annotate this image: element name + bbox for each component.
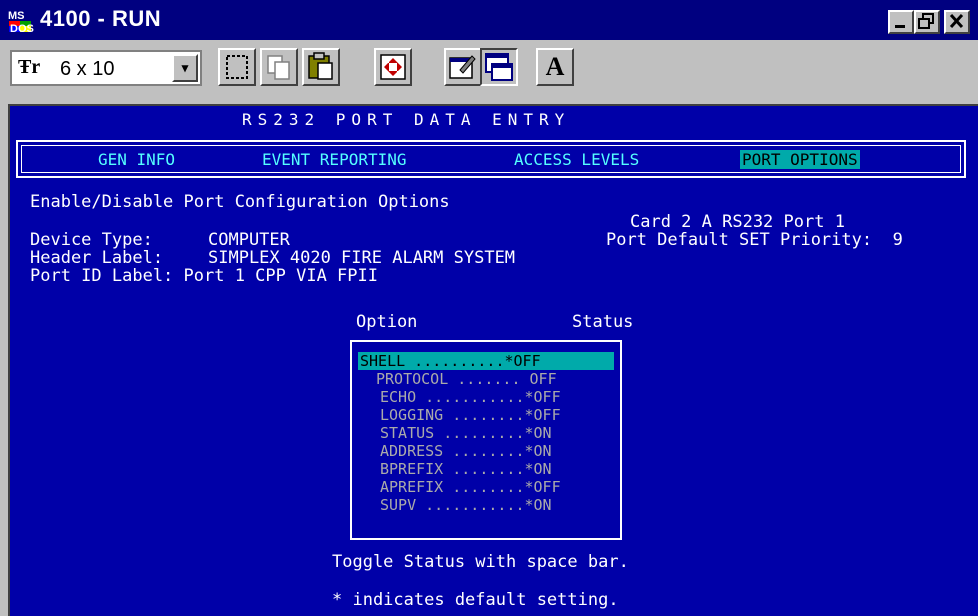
minimize-icon [895, 25, 905, 28]
svg-text:DOS: DOS [10, 23, 34, 34]
window-title: 4100 - RUN [40, 6, 162, 31]
menu-access-levels[interactable]: ACCESS LEVELS [514, 150, 639, 169]
default-footnote: * indicates default setting. [332, 590, 619, 610]
mark-icon [226, 55, 248, 79]
fullscreen-icon [380, 54, 406, 80]
background-icon [485, 53, 513, 81]
paste-icon [308, 52, 333, 80]
device-type-value: COMPUTER [208, 230, 290, 250]
copy-icon [267, 55, 290, 80]
header-label-value: SIMPLEX 4020 FIRE ALARM SYSTEM [208, 248, 516, 268]
options-list: SHELL ..........*OFF PROTOCOL ....... OF… [350, 340, 622, 540]
paste-button[interactable] [302, 48, 340, 86]
ms-dos-icon: MS DOS [6, 8, 34, 34]
device-type-label: Device Type: [30, 230, 153, 250]
restore-button[interactable] [914, 10, 940, 34]
font-icon: A [545, 52, 565, 81]
font-size-value: 6 x 10 [60, 58, 115, 80]
background-button[interactable] [480, 48, 518, 86]
card-info: Card 2 A RS232 Port 1 [630, 212, 845, 232]
close-button[interactable] [944, 10, 970, 34]
option-status[interactable]: STATUS .........*ON [380, 424, 552, 442]
minimize-button[interactable] [888, 10, 914, 34]
port-id-label: Port ID Label: Port 1 CPP VIA FPII [30, 266, 378, 286]
priority-info: Port Default SET Priority: 9 [606, 230, 903, 250]
restore-icon [918, 13, 934, 29]
properties-button[interactable] [444, 48, 482, 86]
mark-button[interactable] [218, 48, 256, 86]
option-protocol[interactable]: PROTOCOL ....... OFF [376, 370, 557, 388]
toggle-hint: Toggle Status with space bar. [332, 552, 629, 572]
menu-event-reporting[interactable]: EVENT REPORTING [262, 150, 407, 169]
option-shell[interactable]: SHELL ..........*OFF [358, 352, 614, 370]
dos-console[interactable]: RS232 PORT DATA ENTRY GEN INFO EVENT REP… [8, 104, 978, 616]
screen-header: RS232 PORT DATA ENTRY [242, 110, 571, 129]
fullscreen-button[interactable] [374, 48, 412, 86]
copy-button[interactable] [260, 48, 298, 86]
option-echo[interactable]: ECHO ...........*OFF [380, 388, 561, 406]
chevron-down-icon[interactable]: ▼ [172, 54, 198, 82]
svg-text:MS: MS [8, 10, 25, 22]
option-logging[interactable]: LOGGING ........*OFF [380, 406, 561, 424]
option-supv[interactable]: SUPV ...........*ON [380, 496, 552, 514]
menu-port-options[interactable]: PORT OPTIONS [740, 150, 860, 169]
close-icon [949, 13, 964, 29]
option-address[interactable]: ADDRESS ........*ON [380, 442, 552, 460]
status-column-header: Status [572, 312, 634, 332]
header-label-label: Header Label: [30, 248, 164, 268]
properties-icon [449, 55, 476, 79]
font-button[interactable]: A [536, 48, 574, 86]
menu-gen-info[interactable]: GEN INFO [98, 150, 175, 169]
page-subtitle: Enable/Disable Port Configuration Option… [30, 192, 450, 212]
option-bprefix[interactable]: BPREFIX ........*ON [380, 460, 552, 478]
dos-window: MS DOS 4100 - RUN Ŧr 6 x 10 ▼ A RS232 PO… [0, 0, 978, 616]
font-size-select[interactable]: Ŧr 6 x 10 ▼ [10, 50, 202, 86]
toolbar: Ŧr 6 x 10 ▼ A [0, 40, 978, 98]
option-aprefix[interactable]: APREFIX ........*OFF [380, 478, 561, 496]
title-bar[interactable]: MS DOS 4100 - RUN [0, 0, 978, 40]
option-column-header: Option [356, 312, 418, 332]
truetype-icon: Ŧr [18, 56, 41, 78]
menu-bar: GEN INFO EVENT REPORTING ACCESS LEVELS P… [16, 140, 966, 178]
